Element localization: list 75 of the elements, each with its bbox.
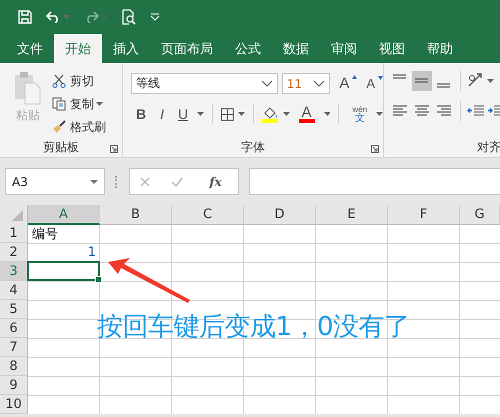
group-label: 剪贴板 [43,138,79,156]
ribbon-tab[interactable]: 数据 [272,34,320,63]
row-header[interactable]: 3 [0,262,28,281]
customize-toolbar-icon[interactable] [150,13,160,21]
down-triangle-icon [378,76,383,80]
ribbon-tab[interactable]: 文件 [6,34,54,63]
font-size-field[interactable]: 11 [282,73,330,94]
chevron-icon [260,80,273,87]
column-header[interactable]: B [100,205,172,225]
save-icon[interactable] [18,10,32,24]
name-box[interactable]: A3 [5,168,105,195]
group-label: 字体 [241,138,265,156]
formula-input-field[interactable] [249,168,500,195]
font-name-field[interactable]: 等线 [131,73,278,94]
brush-icon [52,120,66,134]
annotation-text: 按回车键后变成1，0没有了 [97,311,410,344]
caret-icon[interactable] [238,112,245,116]
ribbon-tab[interactable]: 开始 [54,34,102,63]
table-cell-text: 编号 [31,226,59,243]
bold-button[interactable]: B [131,106,152,122]
ribbon-tab[interactable]: 插入 [102,34,150,63]
fill-color-icon[interactable] [262,106,279,122]
column-header[interactable]: A [28,205,100,225]
row-header[interactable]: 2 [0,243,28,262]
caret-icon [90,180,98,184]
undo-icon[interactable] [46,11,61,23]
row-header[interactable]: 5 [0,300,28,319]
ribbon-tab[interactable]: 帮助 [416,34,464,63]
caret-icon[interactable] [197,112,204,116]
ribbon-tab[interactable]: 视图 [368,34,416,63]
table-cell-text: 1 [86,244,97,262]
clipboard-icon [14,71,42,105]
dialog-launcher-icon[interactable] [371,145,379,153]
font-color-button[interactable]: A [294,106,320,122]
ribbon-tab[interactable]: 审阅 [320,34,368,63]
row-header[interactable]: 4 [0,281,28,300]
cut-button[interactable]: 剪切 [50,71,108,91]
caret-icon[interactable] [376,112,384,116]
caret-icon[interactable] [324,112,330,116]
column-header[interactable]: E [316,205,388,225]
middle-align-icon[interactable] [412,71,432,91]
column-header[interactable]: G [460,205,500,225]
fill-handle[interactable] [95,276,102,283]
increase-indent-icon[interactable] [487,104,500,118]
row-header[interactable]: 9 [0,376,28,395]
dialog-launcher-icon[interactable] [110,145,118,153]
column-header[interactable]: C [172,205,244,225]
format-painter-button[interactable]: 格式刷 [50,117,108,137]
up-triangle-icon [352,75,358,79]
borders-icon[interactable] [221,108,234,120]
caret-icon[interactable] [487,79,494,83]
scissors-icon [52,74,66,88]
chevron-icon [313,80,326,87]
row-header[interactable]: 6 [0,319,28,338]
ribbon-tab[interactable]: 公式 [224,34,272,63]
copy-button[interactable]: 复制 [50,94,96,114]
column-header[interactable]: F [388,205,460,225]
column-header[interactable]: D [244,205,316,225]
active-cell[interactable] [27,261,100,281]
italic-button[interactable]: I [155,106,170,122]
caret-icon[interactable] [282,112,290,116]
ribbon-tab[interactable]: 页面布局 [150,34,224,63]
decrease-font-size-button[interactable]: A [366,76,383,91]
row-header[interactable]: 8 [0,357,28,376]
phonetic-guide-button[interactable]: wén 文 [347,105,372,123]
underline-button[interactable]: U [173,106,194,122]
copy-icon [52,97,66,111]
insert-function-button[interactable]: fx [203,174,228,190]
row-header[interactable]: 10 [0,395,28,414]
decrease-indent-icon[interactable] [467,104,485,118]
print-preview-icon[interactable] [122,9,136,25]
row-header[interactable]: 1 [0,224,28,243]
increase-font-size-button[interactable]: A [334,75,362,92]
copy-caret-icon[interactable] [96,102,103,106]
row-header[interactable]: 7 [0,338,28,357]
